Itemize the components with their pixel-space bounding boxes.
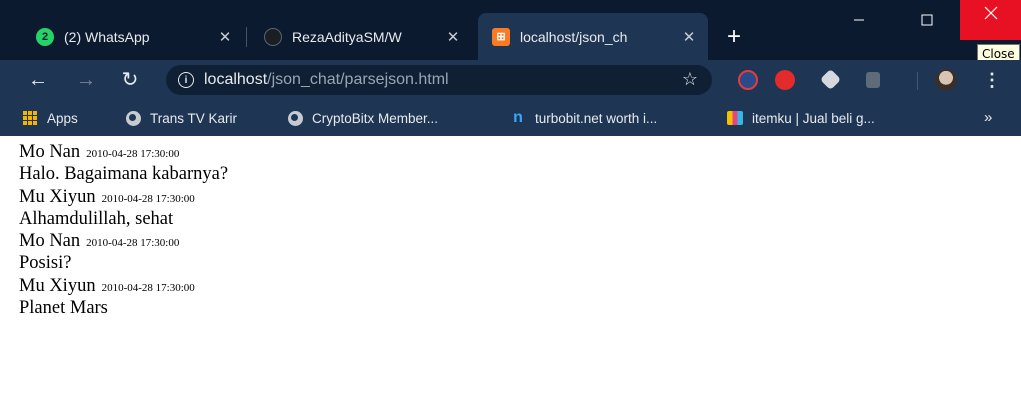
- bookmark-label: Trans TV Karir: [150, 110, 238, 126]
- xampp-icon: ⊞: [492, 27, 510, 46]
- globe-icon: [125, 110, 141, 126]
- arrow-left-icon: ←: [28, 69, 48, 91]
- tab-localhost[interactable]: ⊞ localhost/json_ch ✕: [478, 13, 708, 60]
- bookmark-trans-tv-karir[interactable]: Trans TV Karir: [125, 100, 237, 136]
- tab-title: (2) WhatsApp: [64, 28, 150, 45]
- bookmark-apps[interactable]: Apps: [22, 100, 78, 136]
- bookmark-star-icon[interactable]: ☆: [682, 69, 698, 90]
- close-tab-icon[interactable]: ✕: [216, 28, 234, 46]
- url-text: localhost/json_chat/parsejson.html: [204, 71, 449, 89]
- bookmark-cryptobitx[interactable]: CryptoBitx Member...: [287, 100, 438, 136]
- bookmark-label: itemku | Jual beli g...: [752, 110, 875, 126]
- tab-divider: [246, 27, 247, 47]
- new-tab-button[interactable]: +: [722, 25, 746, 49]
- message-header: Mu Xiyun 2010-04-28 17:30:00: [19, 275, 1009, 297]
- bookmark-itemku[interactable]: itemku | Jual beli g...: [727, 100, 875, 136]
- close-tab-icon[interactable]: ✕: [680, 28, 698, 46]
- url-host: localhost: [204, 71, 268, 88]
- extension-adblock-icon[interactable]: [775, 70, 795, 90]
- tab-github[interactable]: RezaAdityaSM/W ✕: [250, 13, 472, 60]
- forward-button[interactable]: →: [74, 68, 98, 92]
- close-tab-icon[interactable]: ✕: [444, 28, 462, 46]
- bookmark-label: turbobit.net worth i...: [535, 110, 658, 126]
- extension-blocker-icon[interactable]: [738, 70, 758, 90]
- message-text: Planet Mars: [19, 298, 108, 319]
- extension-cube-icon[interactable]: [819, 68, 842, 91]
- message-text: Halo. Bagaimana kabarnya?: [19, 164, 229, 185]
- maximize-icon: [921, 14, 933, 26]
- close-window-button[interactable]: [960, 0, 1021, 40]
- close-icon: [984, 6, 997, 20]
- message-header: Mo Nan 2010-04-28 17:30:00: [19, 230, 1009, 252]
- message-timestamp: 2010-04-28 17:30:00: [101, 192, 195, 205]
- browser-title-bar: 2 (2) WhatsApp ✕ RezaAdityaSM/W ✕ ⊞ loca…: [0, 0, 1021, 60]
- message-header: Mo Nan 2010-04-28 17:30:00: [19, 141, 1009, 163]
- reload-icon: ↻: [121, 69, 139, 91]
- apps-grid-icon: [22, 110, 38, 126]
- message-header: Mu Xiyun 2010-04-28 17:30:00: [19, 186, 1009, 208]
- sender-name: Mu Xiyun: [19, 186, 96, 207]
- maximize-button[interactable]: [904, 0, 950, 40]
- bookmark-label: CryptoBitx Member...: [312, 110, 439, 126]
- tab-title: RezaAdityaSM/W: [292, 28, 402, 45]
- arrow-right-icon: →: [76, 69, 96, 91]
- message-timestamp: 2010-04-28 17:30:00: [86, 237, 180, 250]
- reload-button[interactable]: ↻: [118, 68, 142, 92]
- profile-avatar[interactable]: [935, 69, 957, 91]
- sender-name: Mu Xiyun: [19, 275, 96, 296]
- bookmark-label: Apps: [47, 110, 78, 126]
- toolbar-divider: [917, 72, 918, 90]
- minimize-button[interactable]: [836, 0, 882, 40]
- whatsapp-icon: 2: [36, 27, 54, 46]
- message-text: Alhamdulillah, sehat: [19, 208, 174, 229]
- globe-icon: [287, 110, 303, 126]
- info-icon[interactable]: i: [178, 72, 194, 88]
- tab-whatsapp[interactable]: 2 (2) WhatsApp ✕: [22, 13, 244, 60]
- url-path: /json_chat/parsejson.html: [267, 71, 449, 88]
- bookmarks-overflow-button[interactable]: »: [984, 109, 992, 126]
- extension-database-icon[interactable]: [866, 72, 880, 88]
- message-timestamp: 2010-04-28 17:30:00: [86, 148, 180, 160]
- sender-name: Mo Nan: [19, 231, 81, 252]
- tab-title: localhost/json_ch: [520, 28, 628, 45]
- bookmark-turbobit[interactable]: n turbobit.net worth i...: [510, 100, 657, 136]
- sender-name: Mo Nan: [19, 142, 81, 162]
- message-timestamp: 2010-04-28 17:30:00: [101, 281, 195, 294]
- github-icon: [264, 27, 282, 46]
- bookmarks-bar: Apps Trans TV Karir CryptoBitx Member...…: [0, 100, 1021, 136]
- browser-toolbar: ← → ↻ i localhost/json_chat/parsejson.ht…: [0, 60, 1021, 100]
- minimize-icon: [854, 19, 864, 21]
- address-bar[interactable]: i localhost/json_chat/parsejson.html ☆: [166, 65, 712, 95]
- more-menu-icon[interactable]: ⋮: [983, 68, 1001, 92]
- back-button[interactable]: ←: [26, 68, 50, 92]
- chat-transcript: Mo Nan 2010-04-28 17:30:00 Halo. Bagaiman…: [19, 141, 1009, 319]
- turbobit-icon: n: [513, 109, 523, 126]
- message-text: Posisi?: [19, 253, 72, 274]
- itemku-icon: [727, 111, 743, 125]
